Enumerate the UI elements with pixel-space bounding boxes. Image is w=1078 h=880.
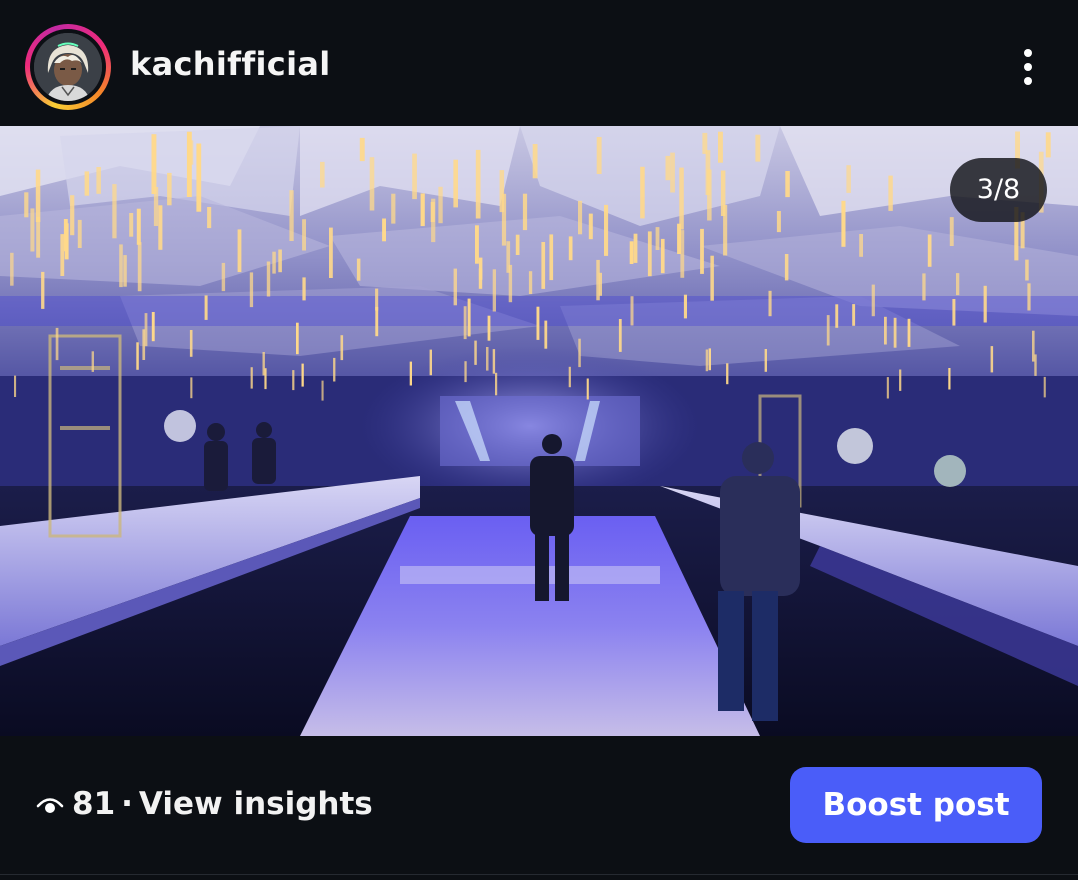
view-insights-link[interactable]: 81 · View insights: [34, 776, 373, 832]
carousel-counter: 3/8: [950, 158, 1047, 222]
view-count: 81: [72, 786, 116, 822]
avatar-gap: [30, 29, 106, 105]
post-header: kachifficial: [0, 0, 1078, 126]
avatar-image: [34, 33, 102, 101]
more-vertical-icon: [1024, 49, 1032, 85]
username[interactable]: kachifficial: [130, 45, 331, 83]
more-button[interactable]: [1008, 44, 1048, 90]
post-footer: 81 · View insights Boost post: [0, 736, 1078, 880]
eye-icon: [36, 798, 64, 813]
event-hall-photo: [0, 126, 1078, 736]
boost-post-button[interactable]: Boost post: [790, 767, 1042, 843]
divider: [0, 874, 1078, 875]
separator-dot: ·: [121, 786, 133, 822]
insights-label: View insights: [138, 786, 373, 822]
story-ring[interactable]: [25, 24, 111, 110]
post-photo[interactable]: [0, 126, 1078, 736]
avatar: [34, 33, 102, 101]
